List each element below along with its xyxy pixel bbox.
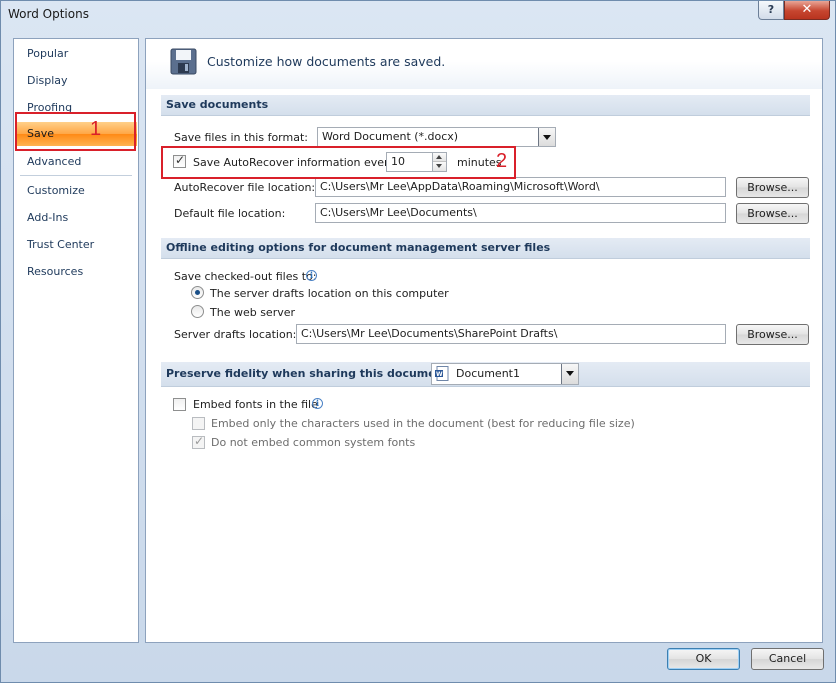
no-common-fonts-label: Do not embed common system fonts	[211, 436, 416, 449]
cancel-button[interactable]: Cancel	[751, 648, 824, 670]
save-options-panel: Customize how documents are saved. Save …	[145, 38, 823, 643]
sidebar-item-resources[interactable]: Resources	[15, 260, 137, 284]
no-common-fonts-checkbox[interactable]	[192, 434, 205, 449]
embed-fonts-label: Embed fonts in the file	[193, 398, 318, 411]
browse-server-drafts-button[interactable]: Browse...	[736, 324, 809, 345]
browse-default-button[interactable]: Browse...	[736, 203, 809, 224]
fidelity-document-value: Document1	[456, 367, 520, 380]
ok-button[interactable]: OK	[667, 648, 740, 670]
sidebar-item-customize[interactable]: Customize	[15, 179, 137, 203]
sidebar-item-display[interactable]: Display	[15, 69, 137, 93]
fidelity-document-dropdown[interactable]: W Document1	[431, 363, 579, 385]
section-header-offline-editing: Offline editing options for document man…	[161, 238, 810, 259]
default-location-input[interactable]: C:\Users\Mr Lee\Documents\	[315, 203, 726, 223]
radio-web-server-label: The web server	[210, 306, 296, 319]
section-header-save-documents: Save documents	[161, 95, 810, 116]
sidebar-item-popular[interactable]: Popular	[15, 42, 137, 66]
highlight-box-save	[15, 112, 136, 151]
title-bar[interactable]: Word Options ? ✕	[1, 1, 835, 29]
format-label: Save files in this format:	[174, 131, 308, 144]
word-options-dialog: Word Options ? ✕ Popular Display Proofin…	[0, 0, 836, 683]
server-drafts-input[interactable]: C:\Users\Mr Lee\Documents\SharePoint Dra…	[296, 324, 726, 344]
browse-autorecover-button[interactable]: Browse...	[736, 177, 809, 198]
chevron-down-icon[interactable]	[561, 364, 578, 384]
panel-banner: Customize how documents are saved.	[146, 39, 822, 89]
autorecover-location-input[interactable]: C:\Users\Mr Lee\AppData\Roaming\Microsof…	[315, 177, 726, 197]
fidelity-header-label: Preserve fidelity when sharing this docu…	[166, 367, 454, 380]
radio-server-drafts[interactable]	[191, 286, 204, 299]
chevron-down-icon[interactable]	[538, 128, 555, 146]
info-icon[interactable]: i	[312, 398, 323, 409]
info-icon[interactable]: i	[306, 270, 317, 281]
embed-characters-label: Embed only the characters used in the do…	[211, 417, 635, 430]
server-drafts-label: Server drafts location:	[174, 328, 297, 341]
sidebar-item-trust-center[interactable]: Trust Center	[15, 233, 137, 257]
sidebar-item-advanced[interactable]: Advanced	[15, 150, 137, 174]
save-format-value: Word Document (*.docx)	[322, 130, 459, 143]
save-format-dropdown[interactable]: Word Document (*.docx)	[317, 127, 556, 147]
svg-text:W: W	[436, 371, 443, 378]
help-button[interactable]: ?	[758, 1, 784, 20]
highlight-box-autorecover	[161, 146, 516, 179]
default-location-label: Default file location:	[174, 207, 286, 220]
autorecover-location-label: AutoRecover file location:	[174, 181, 316, 194]
callout-number-2: 2	[496, 150, 508, 172]
word-document-icon: W	[435, 366, 449, 381]
sidebar-divider	[20, 175, 132, 176]
panel-heading: Customize how documents are saved.	[207, 54, 446, 69]
sidebar-item-add-ins[interactable]: Add-Ins	[15, 206, 137, 230]
radio-web-server[interactable]	[191, 305, 204, 318]
close-button[interactable]: ✕	[784, 1, 830, 20]
callout-number-1: 1	[90, 118, 102, 140]
floppy-disk-icon	[170, 48, 197, 75]
embed-fonts-checkbox[interactable]	[173, 398, 186, 411]
window-title: Word Options	[8, 7, 89, 21]
embed-characters-checkbox[interactable]	[192, 417, 205, 430]
save-to-label: Save checked-out files to:	[174, 270, 317, 283]
radio-server-drafts-label: The server drafts location on this compu…	[210, 287, 449, 300]
